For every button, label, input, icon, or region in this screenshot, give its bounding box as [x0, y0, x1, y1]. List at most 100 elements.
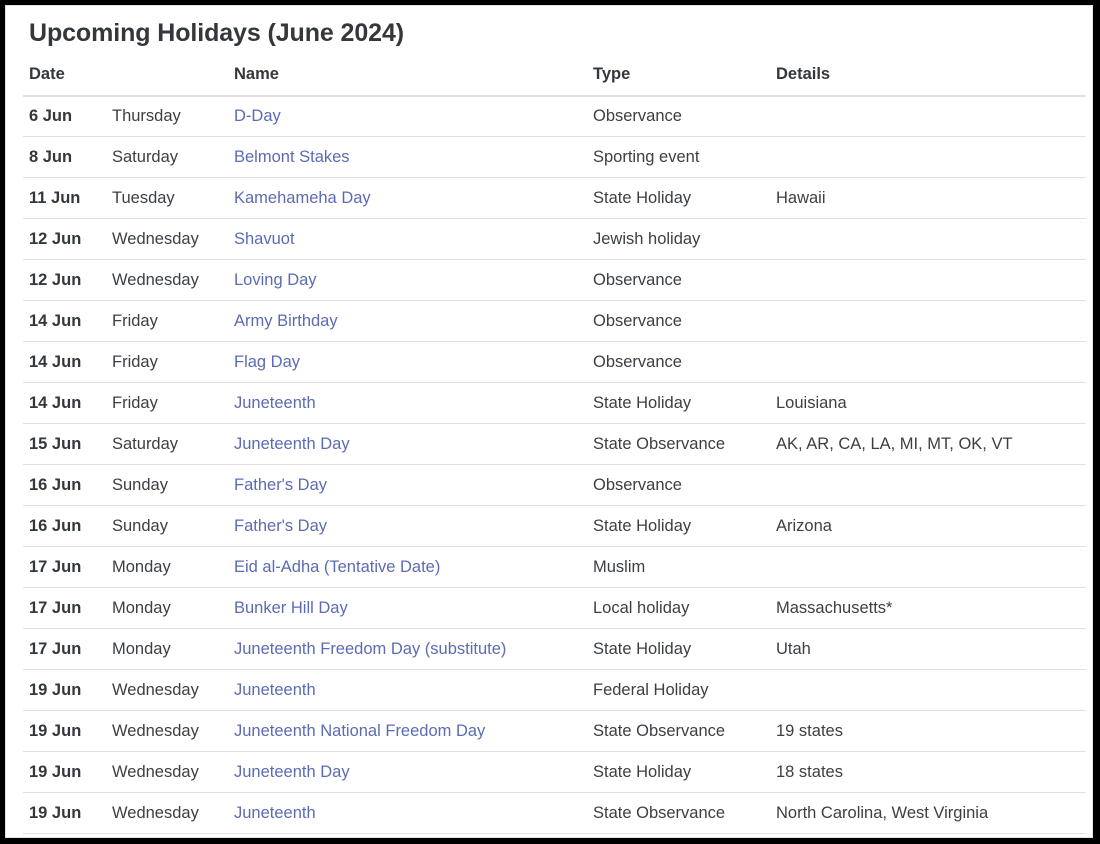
table-row: 17 JunMondayBunker Hill DayLocal holiday…	[23, 588, 1086, 629]
holiday-name-link[interactable]: Father's Day	[234, 517, 327, 535]
cell-date: 12 Jun	[23, 260, 106, 301]
holiday-name-link[interactable]: Loving Day	[234, 271, 317, 289]
cell-type: Observance	[587, 465, 770, 506]
cell-details	[770, 670, 1086, 711]
table-row: 16 JunSunday Father's Day Observance	[23, 465, 1086, 506]
cell-details: Arizona	[770, 506, 1086, 547]
table-header-row: Date Name Type Details	[23, 65, 1086, 96]
holiday-name-link[interactable]: Shavuot	[234, 230, 295, 248]
holiday-name-link[interactable]: Juneteenth	[234, 394, 316, 412]
table-row: 6 JunThursday D-Day Observance	[23, 96, 1086, 137]
table-row: 19 JunWednesday Juneteenth State Observanc…	[23, 793, 1086, 834]
cell-name: Juneteenth Day	[228, 752, 587, 793]
cell-details	[770, 260, 1086, 301]
holiday-name-link[interactable]: Juneteenth	[234, 681, 316, 699]
table-body: 6 JunThursdayD-DayObservance8 JunSaturda…	[23, 96, 1086, 834]
cell-date: 14 Jun	[23, 301, 106, 342]
holiday-name-link[interactable]: Juneteenth National Freedom Day	[234, 722, 485, 740]
cell-weekday: Monday	[106, 629, 228, 670]
cell-type: Federal Holiday	[587, 670, 770, 711]
cell-date: 12 Jun	[23, 219, 106, 260]
cell-details: 18 states	[770, 752, 1086, 793]
holiday-name-link[interactable]: Eid al-Adha (Tentative Date)	[234, 558, 440, 576]
table-row: 11 JunTuesdayKamehameha DayState Holiday…	[23, 178, 1086, 219]
holiday-name-link[interactable]: Bunker Hill Day	[234, 599, 348, 617]
holiday-name-link[interactable]: Father's Day	[234, 476, 327, 494]
card-content: Upcoming Holidays (June 2024) Date Name …	[6, 6, 1092, 834]
holiday-name-link[interactable]: Juneteenth Day	[234, 435, 350, 453]
table-row: 17 JunMonday Juneteenth Freedom Day (subs…	[23, 629, 1086, 670]
cell-date: 17 Jun	[23, 629, 106, 670]
cell-weekday: Sunday	[106, 506, 228, 547]
column-header-date[interactable]: Date	[23, 65, 106, 96]
cell-date: 19 Jun	[23, 711, 106, 752]
column-header-name[interactable]: Name	[228, 65, 587, 96]
cell-weekday: Wednesday	[106, 670, 228, 711]
cell-details	[770, 96, 1086, 137]
cell-name: Juneteenth National Freedom Day	[228, 711, 587, 752]
column-header-type[interactable]: Type	[587, 65, 770, 96]
holiday-name-link[interactable]: Belmont Stakes	[234, 148, 350, 166]
cell-date: 16 Jun	[23, 465, 106, 506]
cell-weekday: Wednesday	[106, 219, 228, 260]
table-row: 19 JunWednesday Juneteenth Federal Holiday	[23, 670, 1086, 711]
cell-weekday: Friday	[106, 383, 228, 424]
cell-name: Flag Day	[228, 342, 587, 383]
cell-weekday: Monday	[106, 588, 228, 629]
holiday-name-link[interactable]: Flag Day	[234, 353, 300, 371]
cell-details: North Carolina, West Virginia	[770, 793, 1086, 834]
cell-type: Muslim	[587, 547, 770, 588]
cell-date: 14 Jun	[23, 342, 106, 383]
holidays-table: Date Name Type Details 6 JunThursday D-Da…	[23, 65, 1086, 835]
table-row: 14 JunFridayArmy BirthdayObservance	[23, 301, 1086, 342]
cell-type: State Observance	[587, 793, 770, 834]
holiday-name-link[interactable]: D-Day	[234, 107, 281, 125]
column-header-weekday[interactable]	[106, 65, 228, 96]
cell-date: 8 Jun	[23, 137, 106, 178]
holiday-name-link[interactable]: Juneteenth Freedom Day (substitute)	[234, 640, 506, 658]
cell-details: Massachusetts*	[770, 588, 1086, 629]
table-row: 12 JunWednesday Loving Day Observance	[23, 260, 1086, 301]
holiday-name-link[interactable]: Army Birthday	[234, 312, 338, 330]
cell-name: Juneteenth	[228, 793, 587, 834]
cell-type: Observance	[587, 260, 770, 301]
cell-weekday: Thursday	[106, 96, 228, 137]
cell-type: State Holiday	[587, 506, 770, 547]
table-row: 15 JunSaturdayJuneteenth DayState Observ…	[23, 424, 1086, 465]
cell-date: 6 Jun	[23, 96, 106, 137]
cell-weekday: Wednesday	[106, 793, 228, 834]
column-header-details[interactable]: Details	[770, 65, 1086, 96]
holiday-name-link[interactable]: Juneteenth	[234, 804, 316, 822]
cell-name: Father's Day	[228, 465, 587, 506]
cell-type: Observance	[587, 96, 770, 137]
cell-type: Local holiday	[587, 588, 770, 629]
cell-date: 14 Jun	[23, 383, 106, 424]
holiday-name-link[interactable]: Juneteenth Day	[234, 763, 350, 781]
cell-details	[770, 465, 1086, 506]
cell-name: Bunker Hill Day	[228, 588, 587, 629]
cell-date: 19 Jun	[23, 670, 106, 711]
cell-weekday: Wednesday	[106, 260, 228, 301]
cell-name: Juneteenth Day	[228, 424, 587, 465]
cell-type: State Holiday	[587, 752, 770, 793]
table-row: 12 JunWednesday Shavuot Jewish holiday	[23, 219, 1086, 260]
cell-date: 19 Jun	[23, 752, 106, 793]
cell-name: Eid al-Adha (Tentative Date)	[228, 547, 587, 588]
holidays-card: Upcoming Holidays (June 2024) Date Name …	[5, 5, 1093, 838]
cell-weekday: Friday	[106, 342, 228, 383]
cell-details	[770, 219, 1086, 260]
table-header: Date Name Type Details	[23, 65, 1086, 96]
table-row: 17 JunMondayEid al-Adha (Tentative Date)…	[23, 547, 1086, 588]
table-row: 16 JunSundayFather's DayState HolidayAri…	[23, 506, 1086, 547]
holiday-name-link[interactable]: Kamehameha Day	[234, 189, 371, 207]
cell-type: Jewish holiday	[587, 219, 770, 260]
cell-details: AK, AR, CA, LA, MI, MT, OK, VT	[770, 424, 1086, 465]
cell-name: Belmont Stakes	[228, 137, 587, 178]
cell-name: Father's Day	[228, 506, 587, 547]
cell-name: Juneteenth	[228, 383, 587, 424]
cell-date: 19 Jun	[23, 793, 106, 834]
cell-date: 15 Jun	[23, 424, 106, 465]
cell-details	[770, 137, 1086, 178]
cell-weekday: Sunday	[106, 465, 228, 506]
cell-type: State Observance	[587, 711, 770, 752]
